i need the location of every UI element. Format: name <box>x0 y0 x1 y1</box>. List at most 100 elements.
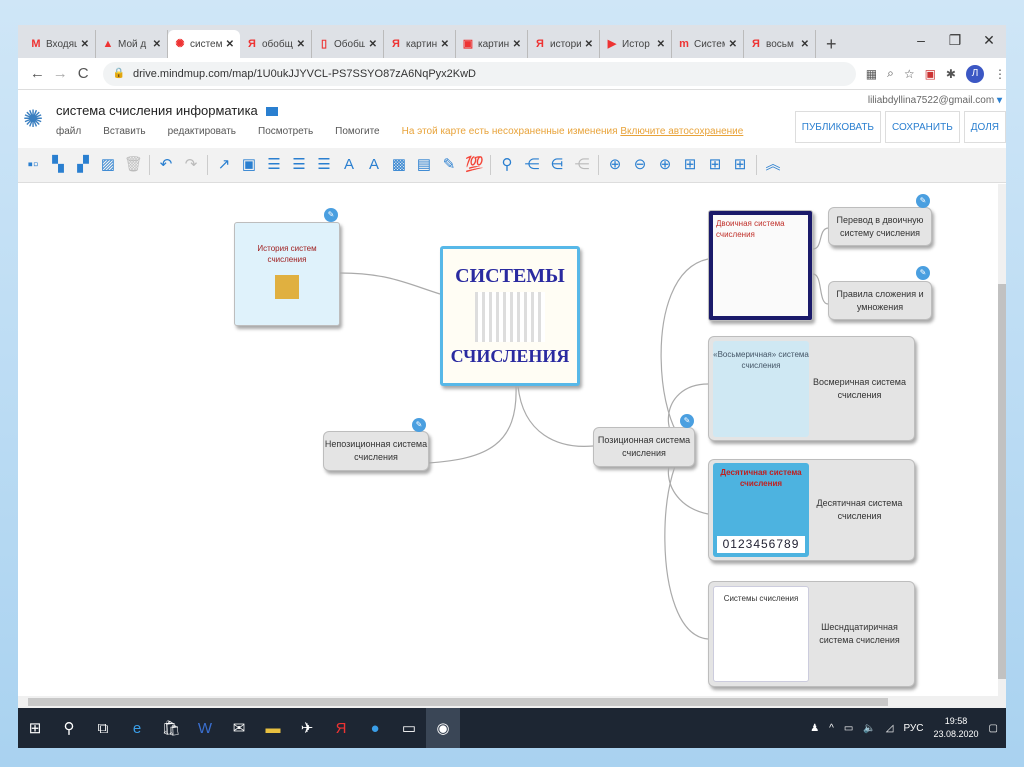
expand-icon[interactable]: ⋳ <box>548 156 566 174</box>
menu-insert[interactable]: Вставить <box>103 126 145 137</box>
close-tab-icon[interactable]: ✕ <box>441 39 449 50</box>
account-menu[interactable]: liliabdyllina7522@gmail.com ▾ <box>868 95 1002 106</box>
tab-10[interactable]: Явосьм ✕ <box>744 30 816 58</box>
search-icon[interactable]: ⚲ <box>52 708 86 748</box>
binary-image-node[interactable]: Двоичная система счисления <box>708 210 813 321</box>
battery-icon[interactable]: ▭ <box>844 723 853 734</box>
connect-icon[interactable]: ↗ <box>215 156 233 174</box>
close-tab-icon[interactable]: ✕ <box>513 39 521 50</box>
edge-icon[interactable]: e <box>120 708 154 748</box>
hide-toolbar-icon[interactable]: ︽ <box>764 156 782 174</box>
hex-node[interactable]: Системы счисления Шесндцатиричная систем… <box>708 581 915 687</box>
save-button[interactable]: СОХРАНИТЬ <box>885 111 960 143</box>
restore-icon[interactable]: ❐ <box>938 25 972 55</box>
layout-3-icon[interactable]: ⊞ <box>731 156 749 174</box>
tab-1[interactable]: ▲ Мой д ✕ <box>96 30 168 58</box>
zoom-in-icon[interactable]: ⊕ <box>606 156 624 174</box>
tab-9[interactable]: m Систем ✕ <box>672 30 744 58</box>
zoom-app-icon[interactable]: ● <box>358 708 392 748</box>
extension-icon[interactable]: ▣ <box>925 67 936 81</box>
notifications-icon[interactable]: ▢ <box>989 723 998 734</box>
mail-icon[interactable]: ✉ <box>222 708 256 748</box>
tab-6[interactable]: ▣ картин ✕ <box>456 30 528 58</box>
menu-view[interactable]: Посмотреть <box>258 126 313 137</box>
attachment-icon[interactable]: ✎ <box>440 156 458 174</box>
edit-icon[interactable]: ✎ <box>680 414 694 428</box>
language-indicator[interactable]: РУС <box>903 723 923 734</box>
undo-icon[interactable]: ↶ <box>157 156 175 174</box>
align-right-icon[interactable]: ☰ <box>315 156 333 174</box>
horizontal-scrollbar[interactable] <box>18 696 1006 708</box>
close-tab-icon[interactable]: ✕ <box>657 39 665 50</box>
add-child-icon[interactable]: ▚ <box>49 156 67 174</box>
new-tab-button[interactable]: + <box>816 30 847 58</box>
edit-icon[interactable]: ✎ <box>324 208 338 222</box>
tab-8[interactable]: ▶ Истор ✕ <box>600 30 672 58</box>
close-tab-icon[interactable]: ✕ <box>81 39 89 50</box>
edit-icon[interactable]: ✎ <box>412 418 426 432</box>
publish-button[interactable]: ПУБЛИКОВАТЬ <box>794 111 881 143</box>
volume-icon[interactable]: 🔈 <box>863 723 875 734</box>
add-parent-icon[interactable]: ▞ <box>74 156 92 174</box>
search-icon[interactable]: ⚲ <box>498 156 516 174</box>
rules-node[interactable]: Правила сложения и умножения <box>828 281 932 320</box>
task-view-icon[interactable]: ⧉ <box>86 708 120 748</box>
note-icon[interactable]: ▤ <box>415 156 433 174</box>
edit-icon[interactable]: ✎ <box>916 194 930 208</box>
menu-help[interactable]: Помогите <box>335 126 379 137</box>
layout-2-icon[interactable]: ⊞ <box>706 156 724 174</box>
close-tab-icon[interactable]: ✕ <box>585 39 593 50</box>
history-node[interactable]: История систем счисления <box>234 222 340 326</box>
word-icon[interactable]: W <box>188 708 222 748</box>
align-center-icon[interactable]: ☰ <box>290 156 308 174</box>
positional-node[interactable]: Позиционная система счисления <box>593 427 695 467</box>
autosave-link[interactable]: Включите автосохранение <box>620 126 743 137</box>
vertical-scrollbar[interactable] <box>998 184 1006 696</box>
back-icon[interactable]: ← <box>26 65 49 82</box>
yandex-icon[interactable]: Я <box>324 708 358 748</box>
reload-icon[interactable]: C <box>72 65 95 82</box>
chrome-icon[interactable]: ◉ <box>426 708 460 748</box>
add-sibling-icon[interactable]: ▪▫ <box>24 156 42 174</box>
edit-icon[interactable]: ✎ <box>916 266 930 280</box>
minimize-icon[interactable]: – <box>904 25 938 55</box>
translate-icon[interactable]: ▦ <box>866 67 877 81</box>
add-image-icon[interactable]: ▨ <box>99 156 117 174</box>
progress-icon[interactable]: 💯 <box>465 156 484 174</box>
forward-icon[interactable]: → <box>49 65 72 82</box>
reset-zoom-icon[interactable]: ⊕ <box>656 156 674 174</box>
tab-5[interactable]: Якартин ✕ <box>384 30 456 58</box>
share-button[interactable]: ДОЛЯ <box>963 111 1006 143</box>
align-left-icon[interactable]: ☰ <box>265 156 283 174</box>
layout-1-icon[interactable]: ⊞ <box>681 156 699 174</box>
tab-4[interactable]: ▯ Обобщ ✕ <box>312 30 384 58</box>
people-icon[interactable]: ♟ <box>810 723 819 734</box>
close-tab-icon[interactable]: ✕ <box>297 39 305 50</box>
tab-2[interactable]: ✺ систем ✕ <box>168 30 240 58</box>
folder-icon[interactable] <box>265 107 278 117</box>
close-tab-icon[interactable]: ✕ <box>801 39 809 50</box>
clock[interactable]: 19:58 23.08.2020 <box>934 715 979 740</box>
close-tab-icon[interactable]: ✕ <box>226 39 234 50</box>
puzzle-icon[interactable]: ✱ <box>946 67 956 81</box>
close-tab-icon[interactable]: ✕ <box>729 39 737 50</box>
explorer-icon[interactable]: ▬ <box>256 708 290 748</box>
url-input[interactable]: 🔒 drive.mindmup.com/map/1U0ukJJYVCL-PS7SS… <box>102 61 856 86</box>
zoom-icon[interactable]: ⌕ <box>887 66 894 81</box>
tray-arrow-icon[interactable]: ^ <box>829 723 834 734</box>
collapse-all-icon[interactable]: ⋲ <box>573 156 591 174</box>
remote-icon[interactable]: ▭ <box>392 708 426 748</box>
nonpositional-node[interactable]: Непозиционная система счисления <box>323 431 429 471</box>
close-tab-icon[interactable]: ✕ <box>153 39 161 50</box>
windows-start-icon[interactable]: ⊞ <box>18 708 52 748</box>
close-tab-icon[interactable]: ✕ <box>369 39 377 50</box>
avatar[interactable]: Л <box>965 64 984 83</box>
tab-3[interactable]: Яобобщ ✕ <box>240 30 312 58</box>
menu-file[interactable]: файл <box>56 126 81 137</box>
tab-0[interactable]: M Входящ ✕ <box>24 30 96 58</box>
collapse-icon[interactable]: ⋲ <box>523 156 541 174</box>
menu-icon[interactable]: ⋮ <box>994 67 1006 81</box>
octal-node[interactable]: «Восьмеричная» система счисления Восмери… <box>708 336 915 441</box>
app-icon[interactable]: ✈ <box>290 708 324 748</box>
center-node[interactable]: СИСТЕМЫ СЧИСЛЕНИЯ <box>440 246 580 386</box>
